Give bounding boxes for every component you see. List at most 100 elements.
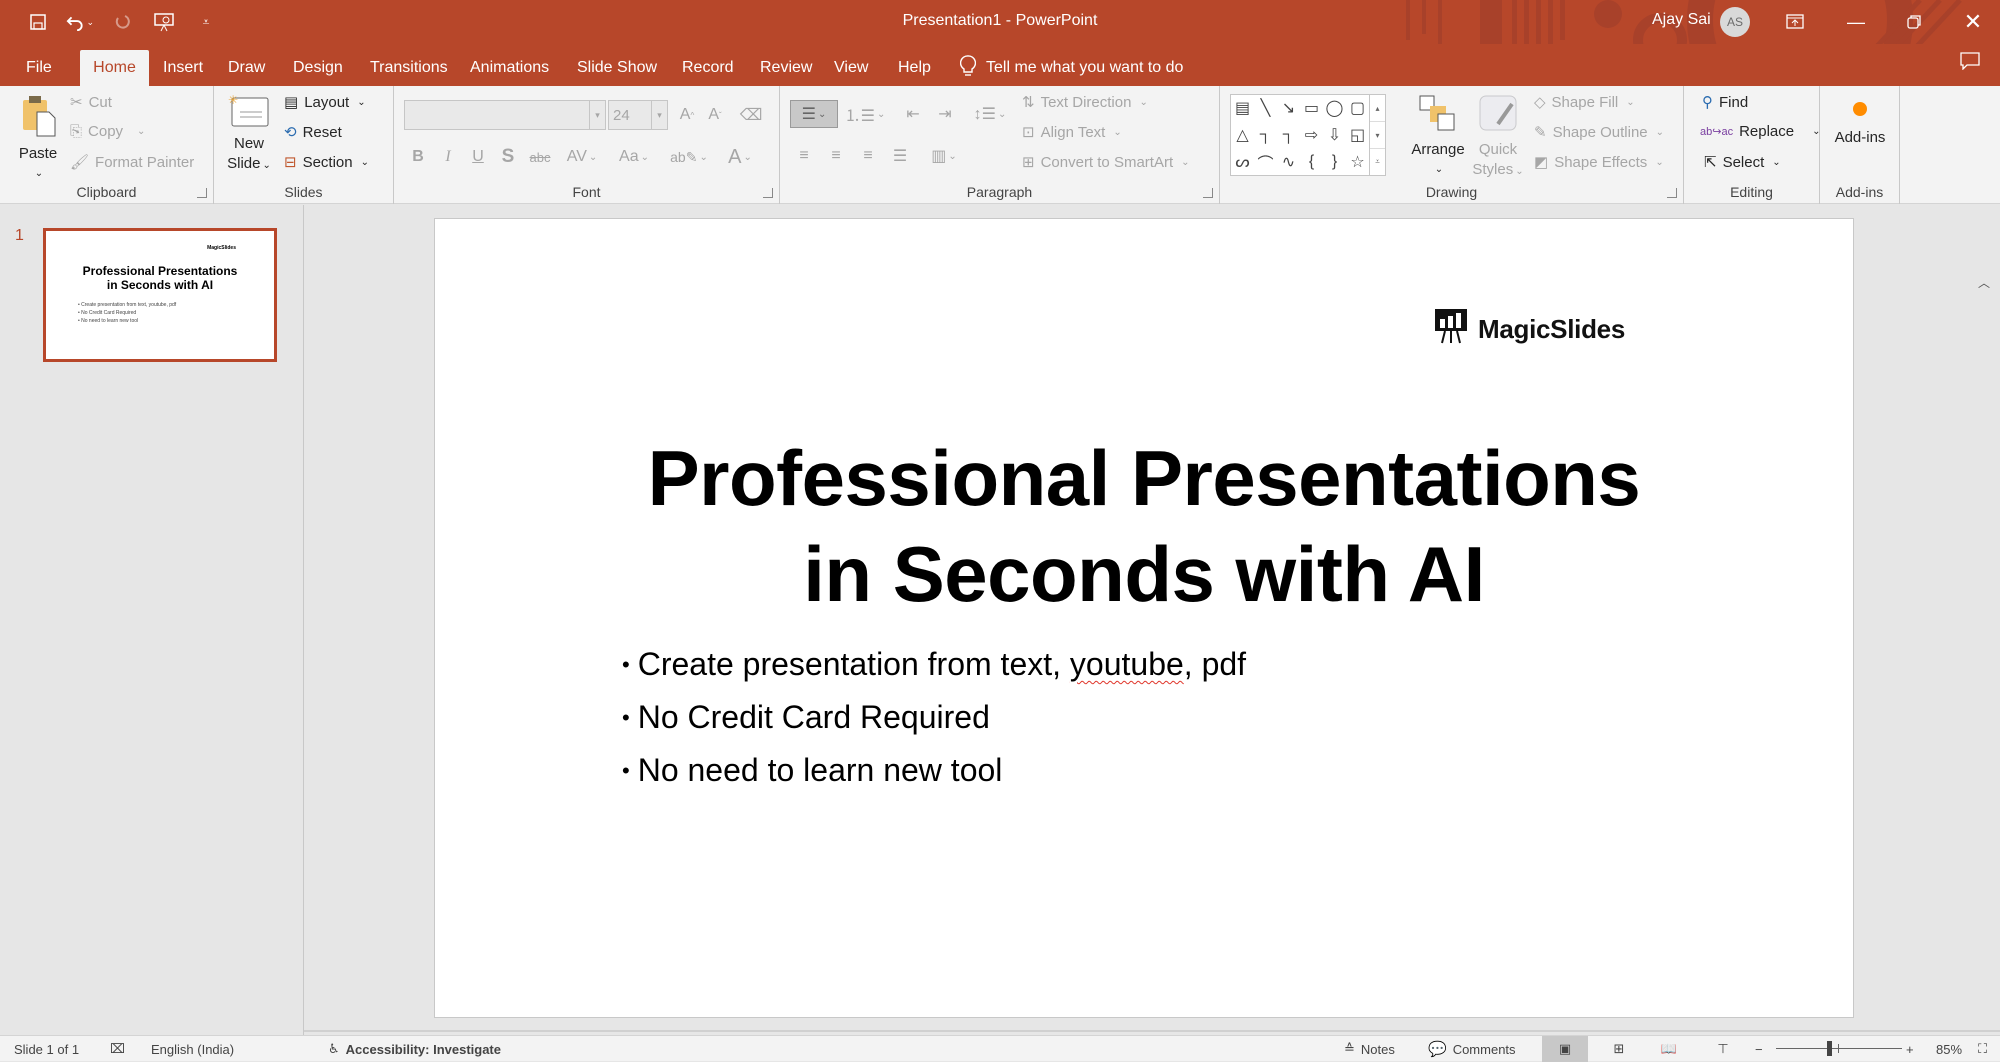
slide-bullet-list[interactable]: • Create presentation from text, youtube,… — [622, 638, 1246, 797]
shape-rounded-rectangle-icon[interactable]: ▢ — [1350, 98, 1365, 118]
tab-draw[interactable]: Draw — [216, 50, 277, 86]
numbering-button[interactable]: ⒈☰ ⌄ — [844, 100, 886, 128]
minimize-icon[interactable]: — — [1833, 0, 1879, 44]
shape-arc-icon[interactable]: ⌒ — [1257, 150, 1273, 174]
restore-icon[interactable] — [1891, 0, 1937, 44]
comments-icon[interactable] — [1960, 52, 1980, 75]
tab-record[interactable]: Record — [670, 50, 746, 86]
section-button[interactable]: ⊟ Section ⌄ — [284, 153, 369, 172]
line-spacing-button[interactable]: ↕☰ ⌄ — [970, 100, 1010, 128]
slide-thumbnail[interactable]: MagicSlides Professional Presentations in… — [43, 228, 277, 362]
tab-view[interactable]: View — [822, 50, 880, 86]
align-text-button[interactable]: ⊡ Align Text ⌄ — [1022, 123, 1122, 142]
increase-font-size-button[interactable]: A ^ — [676, 102, 698, 128]
tab-help[interactable]: Help — [886, 50, 943, 86]
avatar[interactable]: AS — [1720, 7, 1750, 37]
magicslides-logo[interactable]: MagicSlides — [1434, 308, 1625, 351]
close-icon[interactable]: ✕ — [1950, 0, 1996, 44]
shape-elbow-connector-icon[interactable]: ┐ — [1260, 126, 1271, 144]
scroll-down-icon[interactable]: ▾ — [1370, 122, 1385, 149]
zoom-level[interactable]: 85% — [1936, 1036, 1962, 1062]
shape-fill-button[interactable]: ◇ Shape Fill ⌄ — [1534, 93, 1635, 112]
copy-button[interactable]: ⎘ Copy ⌄ — [70, 123, 145, 140]
shape-snip-rectangle-icon[interactable]: ◱ — [1350, 125, 1365, 145]
spelling-error[interactable]: youtube — [1070, 646, 1184, 682]
dialog-launcher-icon[interactable] — [763, 188, 773, 198]
shape-triangle-icon[interactable]: △ — [1236, 125, 1248, 145]
chevron-down-icon[interactable]: ▾ — [651, 101, 667, 129]
gallery-more-icon[interactable]: ⩡ — [1370, 149, 1385, 175]
reading-view-icon[interactable]: 📖 — [1654, 1036, 1684, 1062]
decrease-indent-icon[interactable]: ⇤ — [900, 100, 926, 128]
columns-button[interactable]: ▥ ⌄ — [924, 142, 964, 170]
addins-button[interactable]: Add-ins — [1826, 96, 1894, 148]
scroll-up-icon[interactable]: ▴ — [1370, 95, 1385, 122]
align-left-icon[interactable]: ≡ — [792, 142, 816, 170]
tab-design[interactable]: Design — [281, 50, 355, 86]
shape-right-arrow-icon[interactable]: ⇨ — [1305, 125, 1318, 145]
collapse-ribbon-icon[interactable]: ︿ — [1978, 274, 1990, 291]
notes-button[interactable]: ≙ Notes — [1344, 1036, 1395, 1062]
tab-transitions[interactable]: Transitions — [358, 50, 460, 86]
shape-left-brace-icon[interactable]: { — [1309, 153, 1314, 171]
font-color-button[interactable]: A ⌄ — [720, 142, 760, 172]
font-size-combo[interactable]: 24 ▾ — [608, 100, 668, 130]
ribbon-display-options-icon[interactable] — [1772, 0, 1818, 44]
accessibility-checker[interactable]: ♿ Accessibility: Investigate — [328, 1036, 501, 1062]
paste-button[interactable]: Paste ⌄ — [14, 94, 62, 184]
change-case-button[interactable]: Aa ⌄ — [614, 142, 654, 172]
format-painter-button[interactable]: 🖌 Format Painter — [70, 153, 194, 172]
normal-view-icon[interactable]: ▣ — [1542, 1036, 1588, 1062]
tab-insert[interactable]: Insert — [151, 50, 215, 86]
dialog-launcher-icon[interactable] — [1203, 188, 1213, 198]
shape-effects-button[interactable]: ◩ Shape Effects ⌄ — [1534, 153, 1664, 172]
shape-star-icon[interactable]: ☆ — [1350, 152, 1364, 172]
shape-down-arrow-icon[interactable]: ⇩ — [1328, 125, 1341, 145]
highlight-color-button[interactable]: ab✎ ⌄ — [666, 142, 712, 172]
spell-check-icon[interactable]: ⌧ — [110, 1036, 125, 1062]
convert-smartart-button[interactable]: ⊞ Convert to SmartArt ⌄ — [1022, 153, 1190, 172]
language-indicator[interactable]: English (India) — [151, 1036, 234, 1062]
increase-indent-icon[interactable]: ⇥ — [932, 100, 958, 128]
shape-freeform-icon[interactable]: ᔕ — [1235, 152, 1249, 172]
bullets-button[interactable]: ☰ ⌄ — [790, 100, 838, 128]
slide-show-icon[interactable]: ⊤ — [1708, 1036, 1738, 1062]
font-name-combo[interactable]: ▾ — [404, 100, 606, 130]
justify-icon[interactable]: ☰ — [888, 142, 912, 170]
new-slide-button[interactable]: ✳ New Slide ⌄ — [224, 92, 274, 176]
quick-styles-button[interactable]: Quick Styles ⌄ — [1472, 94, 1524, 182]
cut-button[interactable]: ✂ Cut — [70, 93, 112, 112]
align-center-icon[interactable]: ≡ — [824, 142, 848, 170]
dialog-launcher-icon[interactable] — [197, 188, 207, 198]
shape-textbox-icon[interactable]: ▤ — [1235, 98, 1250, 118]
shadow-button[interactable]: S — [498, 142, 518, 172]
strikethrough-button[interactable]: abc — [526, 142, 554, 172]
zoom-slider-track[interactable] — [1776, 1048, 1902, 1049]
shape-oval-icon[interactable]: ◯ — [1326, 98, 1344, 118]
horizontal-scrollbar[interactable] — [304, 1030, 2000, 1032]
tell-me-search[interactable]: Tell me what you want to do — [959, 50, 1183, 86]
align-right-icon[interactable]: ≡ — [856, 142, 880, 170]
slide-title[interactable]: Professional Presentations in Seconds wi… — [434, 430, 1854, 622]
bold-button[interactable]: B — [408, 142, 428, 172]
replace-button[interactable]: ab↪ac Replace ⌄ — [1700, 123, 1821, 140]
user-name[interactable]: Ajay Sai — [1652, 11, 1711, 29]
find-button[interactable]: ⚲ Find — [1702, 93, 1748, 112]
tab-animations[interactable]: Animations — [458, 50, 561, 86]
slide-sorter-icon[interactable]: ⊞ — [1604, 1036, 1634, 1062]
comments-button[interactable]: 💬 Comments — [1428, 1036, 1516, 1062]
text-direction-button[interactable]: ⇅ Text Direction ⌄ — [1022, 93, 1148, 112]
zoom-in-button[interactable]: + — [1906, 1036, 1914, 1062]
shape-elbow-arrow-icon[interactable]: ┐ — [1283, 126, 1294, 144]
reset-button[interactable]: ⟲ Reset — [284, 123, 342, 142]
tab-file[interactable]: File — [14, 50, 64, 86]
clear-formatting-icon[interactable]: ⌫ — [739, 102, 763, 128]
shape-curve-icon[interactable]: ∿ — [1282, 152, 1295, 172]
shape-rectangle-icon[interactable]: ▭ — [1304, 98, 1319, 118]
underline-button[interactable]: U — [468, 142, 488, 172]
layout-button[interactable]: ▤ Layout ⌄ — [284, 93, 366, 112]
italic-button[interactable]: I — [438, 142, 458, 172]
shape-arrow-line-icon[interactable]: ↘ — [1282, 98, 1295, 118]
shape-line-icon[interactable]: ╲ — [1261, 98, 1271, 118]
tab-slide-show[interactable]: Slide Show — [565, 50, 669, 86]
